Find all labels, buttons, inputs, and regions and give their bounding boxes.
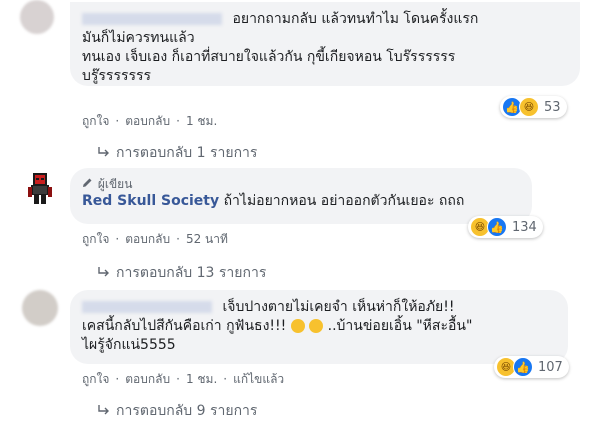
- view-replies-label: การตอบกลับ 1 รายการ: [116, 145, 258, 161]
- comment-text-line: ทนเอง เจ็บเอง ก็เอาที่สบายใจแล้วกัน กุขี…: [82, 49, 456, 65]
- comment-actions: ถูกใจ · ตอบกลับ · 1 ชม. · แก้ไขแล้ว: [82, 372, 285, 386]
- reaction-count: 107: [538, 359, 563, 375]
- like-link[interactable]: ถูกใจ: [82, 372, 109, 386]
- view-replies-link[interactable]: การตอบกลับ 9 รายการ: [98, 400, 257, 422]
- comment-text-line: เจ็บปางตายไม่เคยจำ เห็นห่าก็ให้อภัย!!: [222, 299, 455, 315]
- comment-bubble: เจ็บปางตายไม่เคยจำ เห็นห่าก็ให้อภัย!! เค…: [70, 290, 568, 364]
- reply-link[interactable]: ตอบกลับ: [125, 372, 170, 386]
- comment-text-line: มันก็ไม่ควรทนแล้ว: [82, 30, 195, 46]
- like-link[interactable]: ถูกใจ: [82, 114, 109, 128]
- author-badge-label: ผู้เขียน: [97, 177, 133, 191]
- view-replies-link[interactable]: การตอบกลับ 13 รายการ: [98, 262, 266, 284]
- reaction-count: 53: [544, 99, 561, 115]
- reply-arrow-icon: [98, 145, 110, 161]
- commenter-avatar[interactable]: [20, 0, 54, 34]
- pencil-icon: [82, 176, 94, 192]
- smirk-emoji-icon: [290, 319, 305, 333]
- comment-text-line: เคสนี้กลับไปสีกันคือเก่า กูฟันธง!!!: [82, 318, 287, 334]
- comment-bubble: อยากถามกลับ แล้วทนทำไม โดนครั้งแรก มันก็…: [70, 2, 580, 86]
- like-reaction-icon: 👍: [513, 357, 533, 377]
- commenter-name[interactable]: Red Skull Society: [82, 193, 219, 209]
- like-reaction-icon: 👍: [487, 217, 507, 237]
- comment-text-line: อยากถามกลับ แล้วทนทำไม โดนครั้งแรก: [232, 11, 479, 27]
- smirk-emoji-icon: [309, 319, 324, 333]
- reply-arrow-icon: [98, 403, 110, 419]
- comment-text-line: ..บ้านข่อยเอิ้น "หีสะอื้น": [327, 318, 473, 334]
- commenter-name-blurred[interactable]: [82, 13, 222, 25]
- comment-time[interactable]: 1 ชม.: [186, 372, 217, 386]
- view-replies-link[interactable]: การตอบกลับ 1 รายการ: [98, 142, 257, 164]
- reaction-count: 134: [512, 219, 537, 235]
- like-link[interactable]: ถูกใจ: [82, 232, 109, 246]
- red-skull-avatar[interactable]: [22, 170, 58, 206]
- commenter-avatar[interactable]: [22, 290, 58, 326]
- comment-text-line: ไผรู้จักแน่5555: [82, 337, 176, 353]
- author-comment-bubble: ผู้เขียน Red Skull Society ถ้าไม่อยากหอน…: [70, 168, 532, 224]
- reaction-summary[interactable]: 😆 👍 107: [494, 356, 569, 378]
- comment-time[interactable]: 52 นาที: [186, 232, 228, 246]
- comment-text-line: บรู๊รรรรรรร: [82, 68, 152, 84]
- view-replies-label: การตอบกลับ 13 รายการ: [116, 265, 267, 281]
- comment-actions: ถูกใจ · ตอบกลับ · 1 ชม.: [82, 114, 218, 128]
- view-replies-label: การตอบกลับ 9 รายการ: [116, 403, 258, 419]
- edited-label[interactable]: แก้ไขแล้ว: [233, 372, 284, 386]
- comment-time[interactable]: 1 ชม.: [186, 114, 217, 128]
- reply-link[interactable]: ตอบกลับ: [125, 114, 170, 128]
- author-badge: ผู้เขียน: [82, 176, 520, 192]
- reply-link[interactable]: ตอบกลับ: [125, 232, 170, 246]
- haha-reaction-icon: 😆: [519, 97, 539, 117]
- comment-actions: ถูกใจ · ตอบกลับ · 52 นาที: [82, 232, 228, 246]
- comment-text: ถ้าไม่อยากหอน อย่าออกตัวกันเยอะ ถถถ: [223, 193, 465, 209]
- commenter-name-blurred[interactable]: [82, 301, 212, 313]
- reaction-summary[interactable]: 😆 👍 134: [468, 216, 543, 238]
- reply-arrow-icon: [98, 265, 110, 281]
- reaction-summary[interactable]: 👍 😆 53: [500, 96, 567, 118]
